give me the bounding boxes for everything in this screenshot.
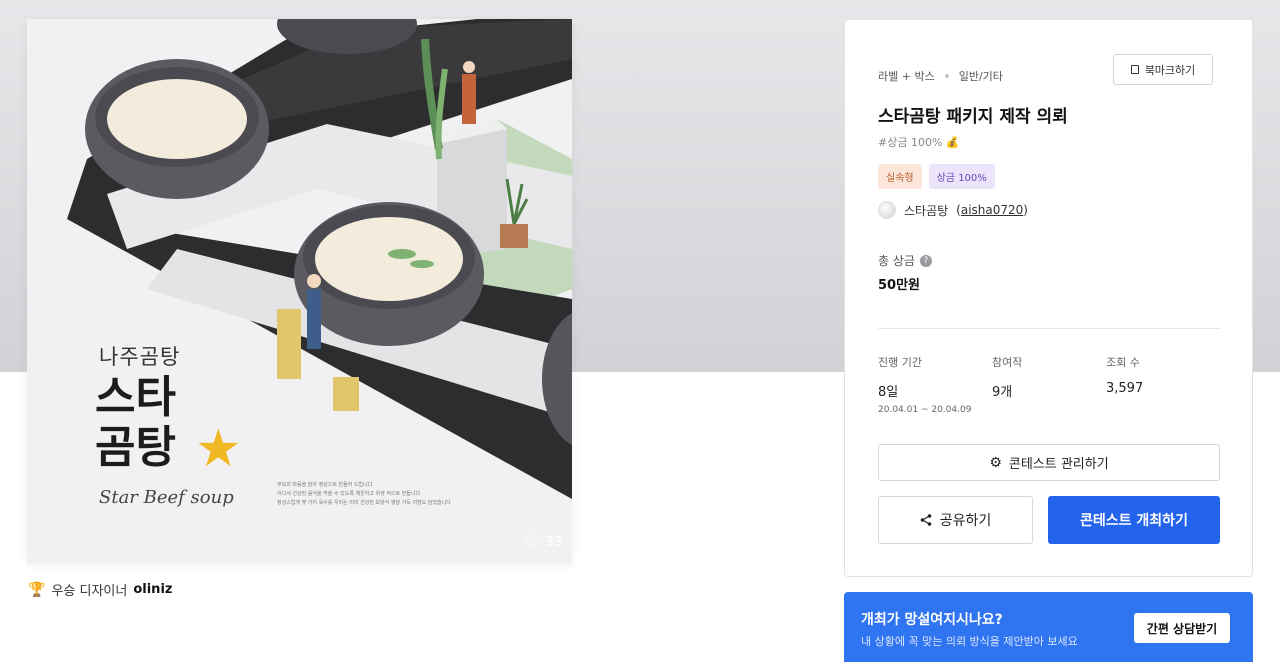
artwork-fine-print: 부모의 마음을 담아 정성으로 만들어 드립니다 어디서 건강한 음식을 먹을 … [277,481,507,508]
consult-banner: 개최가 망설여지시나요? 내 상황에 꼭 맞는 의뢰 방식을 제안받아 보세요 … [844,592,1253,662]
designer-prefix: 우승 디자이너 [51,584,128,599]
category[interactable]: 라벨 + 박스 [878,68,935,84]
avatar [878,201,896,219]
share-label: 공유하기 [939,513,992,529]
stat-views: 조회 수 3,597 [1106,354,1143,396]
breadcrumb: 라벨 + 박스 일반/기타 [878,68,1003,84]
heart-icon: ♡ [523,530,542,554]
stat-value: 3,597 [1106,381,1144,396]
badge-list: 실속형 상금 100% [878,164,995,189]
like-count: 33 [545,534,562,550]
prize-value: 50만원 [878,278,921,293]
subcategory[interactable]: 일반/기타 [959,68,1003,84]
prize-label: 총 상금 ? [878,252,932,269]
stat-value: 8일 [878,385,899,400]
trophy-icon: 🏆 [28,581,46,598]
owner-id-link[interactable]: (aisha0720) [956,203,1028,217]
manage-label: 콘테스트 관리하기 [1008,457,1109,472]
fine-print-line: 어디서 건강한 음식을 먹을 수 있도록 깨끗하고 위생 적으로 만듭니다 [277,491,421,497]
badge-prize: 상금 100% [928,164,995,189]
share-button[interactable]: 공유하기 [878,496,1033,544]
stat-participants: 참여작 9개 [992,354,1022,400]
stat-period: 진행 기간 8일 20.04.01 ~ 20.04.09 [878,354,971,415]
open-contest-button[interactable]: 콘테스트 개최하기 [1048,496,1220,544]
like-button[interactable]: ♡ 33 [524,532,562,552]
bookmark-icon [1130,65,1139,74]
manage-contest-button[interactable]: ⚙ 콘테스트 관리하기 [878,444,1220,481]
artwork-title-big: 스타 곰탕 [95,372,176,473]
star-icon: ★ [195,419,242,479]
help-icon[interactable]: ? [919,254,932,267]
artwork-title-small: 나주곰탕 [99,345,181,369]
bookmark-label: 북마크하기 [1144,63,1196,77]
winning-designer: 🏆 우승 디자이너 oliniz [28,580,172,600]
stat-label: 진행 기간 [878,356,922,369]
contest-artwork[interactable]: 나주곰탕 스타 곰탕 ★ Star Beef soup 부모의 마음을 담아 정… [27,19,572,564]
badge-type: 실속형 [878,164,922,189]
fine-print-line: 부모의 마음을 담아 정성으로 만들어 드립니다 [277,482,373,488]
share-icon [920,514,932,526]
contest-title: 스타곰탕 패키지 제작 의뢰 [878,107,1068,127]
prize-label-text: 총 상금 [878,254,915,268]
stat-range: 20.04.01 ~ 20.04.09 [878,405,972,415]
artwork-script-text: Star Beef soup [99,487,234,508]
stat-value: 9개 [992,385,1013,400]
consult-subtext: 내 상황에 꼭 맞는 의뢰 방식을 제안받아 보세요 [861,635,1078,648]
owner-id[interactable]: aisha0720 [961,203,1023,217]
bookmark-button[interactable]: 북마크하기 [1113,54,1213,85]
divider [878,328,1220,329]
gear-icon: ⚙ [989,454,1002,471]
consult-headline: 개최가 망설여지시나요? [861,612,1003,628]
contest-info-card: 라벨 + 박스 일반/기타 북마크하기 스타곰탕 패키지 제작 의뢰 #상금 1… [844,19,1253,577]
separator-dot [944,74,949,78]
stat-label: 조회 수 [1106,356,1140,369]
consult-button[interactable]: 간편 상담받기 [1134,613,1230,643]
fine-print-line: 정성스럽게 몇 가지 육수를 우리는 이미 건강한 보양식 영양 가득 지방도 … [277,500,451,506]
designer-name[interactable]: oliniz [133,582,172,597]
contest-owner: 스타곰탕 (aisha0720) [878,201,1028,219]
owner-name: 스타곰탕 [904,203,949,218]
contest-hashtag: #상금 100% 💰 [878,136,960,149]
stat-label: 참여작 [992,356,1023,369]
